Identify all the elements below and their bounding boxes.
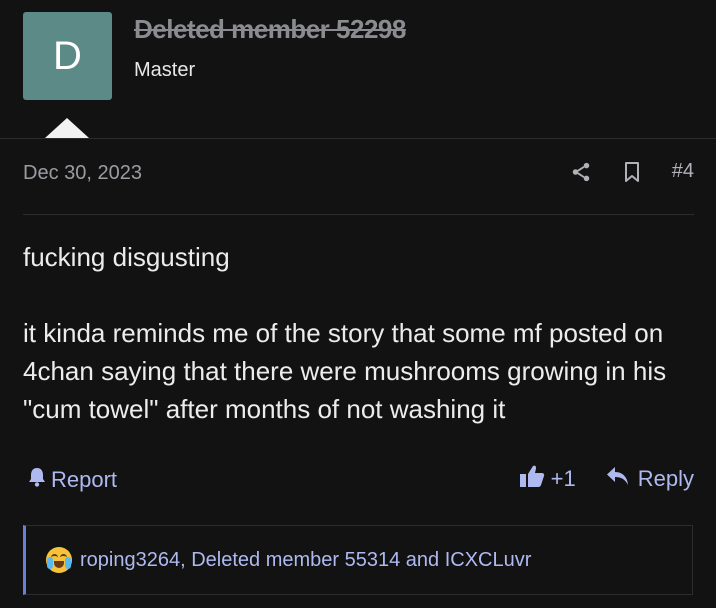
post-footer-actions: +1 Reply bbox=[519, 464, 694, 494]
reply-button[interactable]: Reply bbox=[606, 466, 694, 492]
like-button[interactable]: +1 bbox=[519, 464, 576, 494]
post-number-link[interactable]: #4 bbox=[672, 160, 694, 183]
post-body: fucking disgusting it kinda reminds me o… bbox=[23, 238, 703, 428]
username[interactable]: Deleted member 52298 bbox=[134, 14, 406, 45]
post-meta-actions: #4 bbox=[570, 160, 694, 183]
reactions-bar[interactable]: roping3264, Deleted member 55314 and ICX… bbox=[23, 525, 693, 595]
forum-post: D Deleted member 52298 Master Dec 30, 20… bbox=[0, 0, 716, 608]
share-icon[interactable] bbox=[570, 161, 592, 183]
message-pointer bbox=[45, 118, 89, 138]
like-count: +1 bbox=[550, 466, 576, 491]
crying-laughing-emoji-icon bbox=[46, 547, 72, 573]
post-user-header: D Deleted member 52298 Master bbox=[0, 0, 716, 138]
avatar-letter: D bbox=[53, 34, 82, 78]
bookmark-icon[interactable] bbox=[622, 161, 642, 183]
divider bbox=[0, 138, 716, 139]
avatar[interactable]: D bbox=[23, 12, 112, 100]
post-paragraph: fucking disgusting bbox=[23, 242, 230, 272]
bell-icon bbox=[27, 466, 47, 494]
post-date[interactable]: Dec 30, 2023 bbox=[23, 162, 142, 185]
divider bbox=[23, 214, 694, 215]
post-paragraph: it kinda reminds me of the story that so… bbox=[23, 318, 667, 424]
reply-icon bbox=[606, 466, 630, 492]
report-label: Report bbox=[51, 467, 118, 492]
user-title: Master bbox=[134, 59, 196, 81]
reaction-users[interactable]: roping3264, Deleted member 55314 and ICX… bbox=[80, 549, 531, 572]
report-button[interactable]: Report bbox=[27, 466, 117, 494]
reply-label: Reply bbox=[637, 466, 694, 491]
thumbs-up-icon bbox=[519, 464, 545, 494]
